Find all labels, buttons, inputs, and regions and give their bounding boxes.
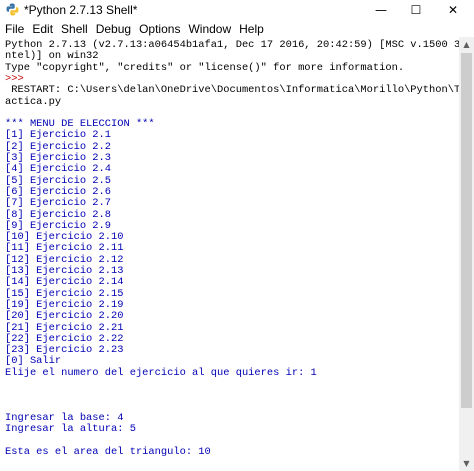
- maximize-button[interactable]: ☐: [399, 0, 433, 20]
- scroll-up-arrow-icon[interactable]: ▲: [459, 37, 474, 52]
- shell-line: [19] Ejercicio 2.19: [5, 298, 124, 311]
- shell-line: [8] Ejercicio 2.8: [5, 208, 112, 221]
- shell-line: [15] Ejercicio 2.15: [5, 287, 124, 300]
- shell-line: [9] Ejercicio 2.9: [5, 219, 112, 232]
- shell-line: actica.py: [5, 95, 62, 108]
- shell-line: [21] Ejercicio 2.21: [5, 321, 124, 334]
- menu-shell[interactable]: Shell: [58, 22, 91, 36]
- minimize-icon: —: [375, 3, 387, 17]
- shell-line: [1] Ejercicio 2.1: [5, 129, 112, 142]
- shell-line: [7] Ejercicio 2.7: [5, 197, 112, 210]
- shell-line: [10] Ejercicio 2.10: [5, 231, 124, 244]
- menu-debug[interactable]: Debug: [93, 22, 134, 36]
- menu-options[interactable]: Options: [136, 22, 183, 36]
- shell-line: Esta es el area del triangulo: 10: [5, 445, 211, 458]
- menu-window[interactable]: Window: [185, 22, 234, 36]
- shell-line: [12] Ejercicio 2.12: [5, 253, 124, 266]
- maximize-icon: ☐: [410, 3, 422, 17]
- shell-line: ntel)] on win32: [5, 50, 99, 63]
- shell-line: [0] Salir: [5, 355, 62, 368]
- close-button[interactable]: ✕: [436, 0, 470, 20]
- shell-line: [11] Ejercicio 2.11: [5, 242, 124, 255]
- shell-line: *** MENU DE ELECCION ***: [5, 118, 155, 131]
- menu-file[interactable]: File: [2, 22, 27, 36]
- python-logo-icon: [6, 3, 19, 16]
- shell-line: [22] Ejercicio 2.22: [5, 332, 124, 345]
- python-shell-window: *Python 2.7.13 Shell* — ☐ ✕ File Edit Sh…: [0, 0, 474, 471]
- shell-line: [14] Ejercicio 2.14: [5, 276, 124, 289]
- menu-help[interactable]: Help: [236, 22, 267, 36]
- shell-line: [6] Ejercicio 2.6: [5, 185, 112, 198]
- shell-line: Ingresar la base: 4: [5, 411, 124, 424]
- scroll-thumb[interactable]: [461, 53, 472, 408]
- close-icon: ✕: [447, 3, 459, 17]
- menu-bar: File Edit Shell Debug Options Window Hel…: [0, 20, 474, 37]
- shell-line: [13] Ejercicio 2.13: [5, 265, 124, 277]
- shell-line: [20] Ejercicio 2.20: [5, 310, 124, 323]
- shell-line: [4] Ejercicio 2.4: [5, 163, 112, 176]
- shell-text-area[interactable]: Python 2.7.13 (v2.7.13:a06454b1afa1, Dec…: [0, 37, 459, 471]
- shell-line: [23] Ejercicio 2.23: [5, 344, 124, 357]
- minimize-button[interactable]: —: [364, 0, 398, 20]
- shell-line: RESTART: C:\Users\delan\OneDrive\Documen…: [11, 84, 459, 97]
- shell-line: Python 2.7.13 (v2.7.13:a06454b1afa1, Dec…: [5, 39, 459, 51]
- title-bar[interactable]: *Python 2.7.13 Shell* — ☐ ✕: [0, 0, 474, 20]
- menu-edit[interactable]: Edit: [29, 22, 56, 36]
- shell-line: [5] Ejercicio 2.5: [5, 174, 112, 187]
- shell-line: [2] Ejercicio 2.2: [5, 140, 112, 153]
- shell-line: Ingresar la altura: 5: [5, 423, 136, 436]
- shell-line: [3] Ejercicio 2.3: [5, 152, 112, 164]
- shell-line: >>>: [5, 72, 30, 85]
- scroll-down-arrow-icon[interactable]: ▼: [459, 456, 474, 471]
- shell-line: Type "copyright", "credits" or "license(…: [5, 61, 405, 74]
- shell-line: Elije el numero del ejercicio al que qui…: [5, 366, 317, 379]
- vertical-scrollbar[interactable]: ▲ ▼: [459, 37, 474, 471]
- window-title: *Python 2.7.13 Shell*: [24, 3, 138, 17]
